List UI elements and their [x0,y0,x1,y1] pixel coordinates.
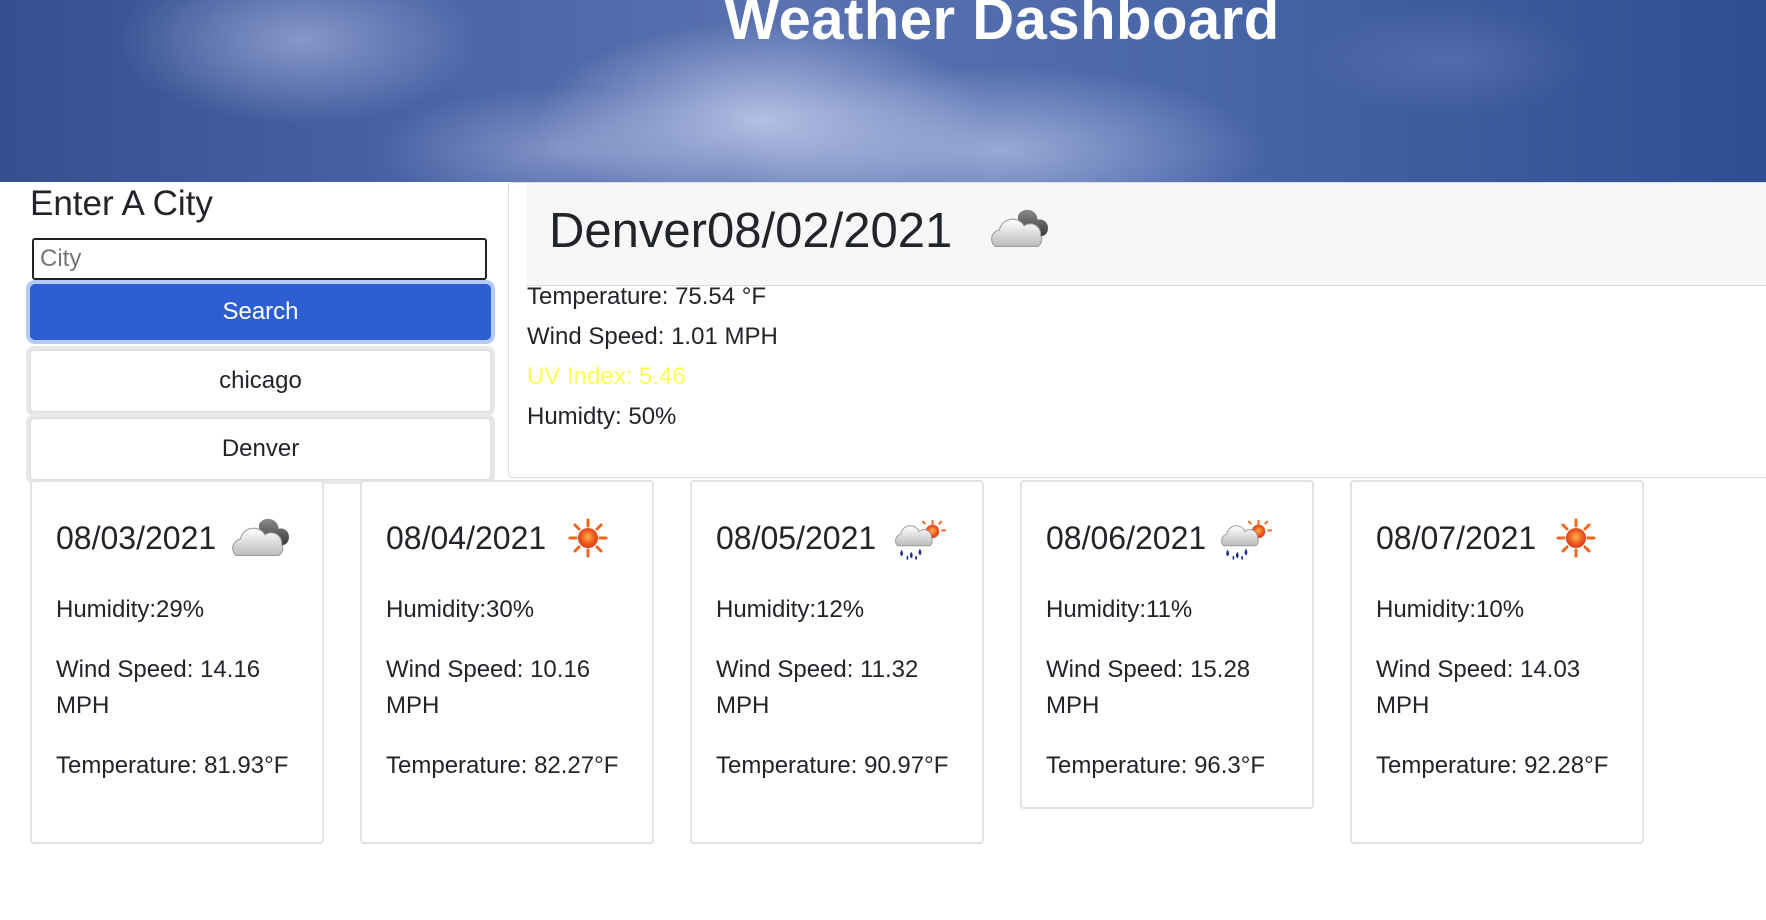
forecast-wind-speed: Wind Speed: 14.03 MPH [1376,656,1581,719]
forecast-temperature: Temperature: 90.97°F [716,752,949,779]
forecast-date: 08/04/2021 [386,520,547,556]
forecast-temperature: Temperature: 92.28°F [1376,752,1609,779]
rain-sun-icon [892,518,946,562]
forecast-temperature: Temperature: 81.93°F [56,752,289,779]
forecast-date: 08/06/2021 [1046,520,1207,556]
history-button-chicago[interactable]: chicago [30,350,491,412]
forecast-card: 08/05/2021 Humidity:12% Wind Speed: 11.3… [690,480,984,844]
forecast-temperature: Temperature: 96.3°F [1046,752,1266,779]
forecast-humidity: Humidity:11% [1046,596,1193,623]
current-city-date: Denver08/02/2021 [549,204,953,258]
rain-sun-icon [1218,518,1272,562]
current-humidity: Humidty: 50% [527,403,677,430]
forecast-wind-speed: Wind Speed: 10.16 MPH [386,656,591,719]
cloud-icon [228,518,294,560]
forecast-humidity: Humidity:12% [716,596,865,623]
cloud-icon [987,209,1053,251]
sun-icon [1556,518,1596,558]
search-button[interactable]: Search [30,284,491,340]
forecast-wind-speed: Wind Speed: 14.16 MPH [56,656,261,719]
current-uv-index: UV Index: 5.46 [527,363,686,390]
search-heading: Enter A City [30,184,213,223]
forecast-date: 08/07/2021 [1376,520,1537,556]
forecast-date: 08/03/2021 [56,520,217,556]
forecast-card: 08/04/2021 Humidity:30% Wind Speed: 10.1… [360,480,654,844]
current-weather-header: Denver08/02/2021 [527,183,1766,286]
forecast-card: 08/07/2021 Humidity:10% Wind Speed: 14.0… [1350,480,1644,844]
forecast-wind-speed: Wind Speed: 11.32 MPH [716,656,919,719]
sun-icon [568,518,608,558]
forecast-humidity: Humidity:30% [386,596,535,623]
forecast-wind-speed: Wind Speed: 15.28 MPH [1046,656,1251,719]
page-title: Weather Dashboard [724,0,1280,52]
forecast-card: 08/03/2021 Humidity:29% Wind Speed: 14.1… [30,480,324,844]
current-temperature: Temperature: 75.54 °F [527,283,767,310]
forecast-temperature: Temperature: 82.27°F [386,752,619,779]
forecast-humidity: Humidity:10% [1376,596,1525,623]
forecast-humidity: Humidity:29% [56,596,205,623]
forecast-date: 08/05/2021 [716,520,877,556]
current-weather-panel: Denver08/02/2021 Temperature: 75.54 °F W… [508,182,1766,478]
history-button-denver[interactable]: Denver [30,418,491,480]
city-search-input[interactable] [32,238,487,280]
current-wind-speed: Wind Speed: 1.01 MPH [527,323,778,350]
forecast-card: 08/06/2021 Humidity:11% Wind Speed: 15.2… [1020,480,1314,809]
header-banner: Weather Dashboard [0,0,1766,182]
